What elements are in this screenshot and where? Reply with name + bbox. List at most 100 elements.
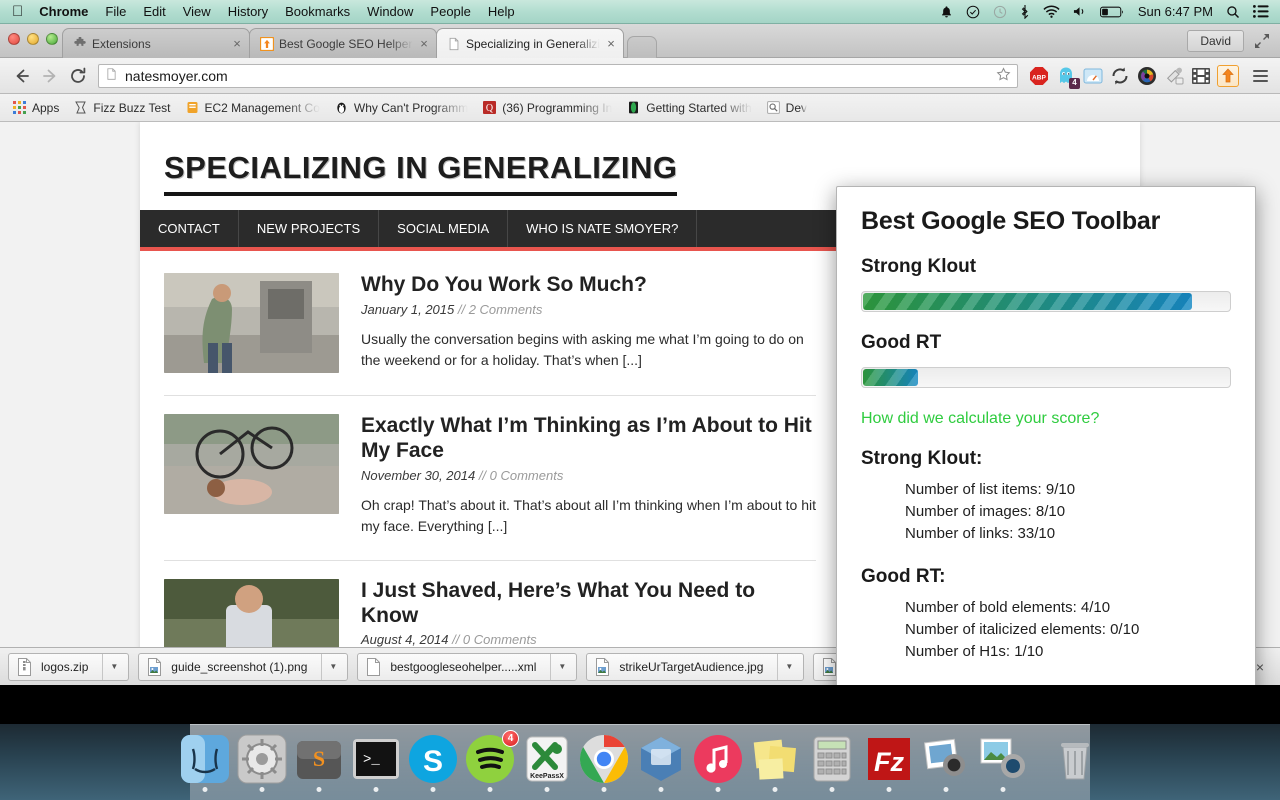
download-item[interactable]: guide_screenshot (1).png ▼: [138, 652, 349, 681]
address-bar[interactable]: natesmoyer.com: [98, 63, 1018, 88]
filmstrip-icon[interactable]: [1190, 65, 1212, 87]
profile-button[interactable]: David: [1187, 30, 1244, 52]
tab-specializing-in-generalizing[interactable]: Specializing in Generalizing ×: [436, 28, 624, 58]
image-capture-icon[interactable]: [977, 733, 1029, 792]
ghostery-icon[interactable]: 4: [1055, 65, 1080, 89]
metric-detail: Number of bold elements: 4/10: [905, 598, 1111, 616]
chevron-down-icon[interactable]: ▼: [321, 653, 344, 680]
bookmark-label: Fizz Buzz Test: [93, 100, 171, 115]
bookmark-programming-in[interactable]: Q (36) Programming In: [476, 98, 619, 118]
battery-icon[interactable]: [1099, 6, 1125, 18]
eyedropper-icon[interactable]: [1163, 65, 1185, 87]
bookmark-ec2-management-console[interactable]: EC2 Management Co: [179, 98, 327, 118]
volume-icon[interactable]: [1073, 5, 1087, 18]
nav-item-social-media[interactable]: SOCIAL MEDIA: [379, 210, 509, 247]
bookmarks-bar: Apps Fizz Buzz Test EC2 Management Co Wh…: [0, 94, 1280, 122]
post-title[interactable]: Exactly What I’m Thinking as I’m About t…: [361, 414, 816, 464]
bookmark-getting-started-with[interactable]: Getting Started with: [620, 98, 758, 118]
tab-best-google-seo-helper[interactable]: Best Google SEO Helper | S ×: [249, 28, 437, 58]
extension-badge-count: 4: [1069, 77, 1080, 89]
page-viewport: SPECIALIZING IN GENERALIZING CONTACT NEW…: [0, 122, 1280, 685]
tab-extensions[interactable]: Extensions ×: [62, 28, 250, 58]
apple-icon[interactable]: : [12, 4, 23, 19]
chevron-down-icon[interactable]: ▼: [777, 653, 800, 680]
menu-item-window[interactable]: Window: [367, 4, 413, 19]
nav-item-contact[interactable]: CONTACT: [140, 210, 239, 247]
svg-text:Q: Q: [486, 103, 494, 114]
sublime-text-icon[interactable]: S: [293, 733, 345, 792]
post-comments[interactable]: // 0 Comments: [479, 468, 564, 483]
trash-icon[interactable]: [1049, 733, 1101, 785]
stickies-icon[interactable]: [749, 733, 801, 792]
zoom-window-button[interactable]: [46, 33, 58, 45]
checkmark-circle-icon[interactable]: [966, 5, 980, 19]
bell-icon[interactable]: [940, 5, 953, 19]
menu-item-file[interactable]: File: [105, 4, 126, 19]
star-icon[interactable]: [996, 66, 1011, 85]
skype-icon[interactable]: S: [407, 733, 459, 792]
adblock-plus-icon[interactable]: ABP: [1028, 65, 1050, 87]
post-title[interactable]: I Just Shaved, Here’s What You Need to K…: [361, 579, 816, 629]
man-at-electrical-box-photo[interactable]: [164, 273, 339, 373]
itunes-icon[interactable]: [692, 733, 744, 792]
menu-item-view[interactable]: View: [183, 4, 211, 19]
menu-bar-clock[interactable]: Sun 6:47 PM: [1138, 4, 1213, 19]
forward-icon[interactable]: [36, 62, 64, 90]
menu-item-people[interactable]: People: [430, 4, 470, 19]
best-google-seo-toolbar-icon[interactable]: [1217, 64, 1239, 87]
close-window-button[interactable]: [8, 33, 20, 45]
iphoto-icon[interactable]: [920, 733, 972, 792]
camera-lens-icon[interactable]: [1136, 65, 1158, 87]
sync-icon[interactable]: [1109, 65, 1131, 87]
list-icon[interactable]: [1253, 5, 1269, 18]
filezilla-icon[interactable]: Fz: [863, 733, 915, 792]
virtualbox-icon[interactable]: [635, 733, 687, 792]
close-icon[interactable]: ×: [231, 37, 243, 50]
site-title[interactable]: SPECIALIZING IN GENERALIZING: [164, 150, 678, 196]
google-chrome-icon[interactable]: [578, 733, 630, 792]
menu-item-history[interactable]: History: [228, 4, 268, 19]
running-indicator: [373, 787, 379, 792]
bookmark-apps[interactable]: Apps: [6, 98, 66, 118]
reload-icon[interactable]: [64, 62, 92, 90]
system-preferences-icon[interactable]: [236, 733, 288, 792]
nav-item-new-projects[interactable]: NEW PROJECTS: [239, 210, 380, 247]
post-comments[interactable]: // 0 Comments: [452, 632, 537, 647]
score-explanation-link[interactable]: How did we calculate your score?: [861, 410, 1231, 428]
bookmark-dev[interactable]: Dev: [760, 98, 814, 118]
finder-icon[interactable]: [179, 733, 231, 792]
menu-item-bookmarks[interactable]: Bookmarks: [285, 4, 350, 19]
bookmark-fizz-buzz-test[interactable]: Fizz Buzz Test: [67, 98, 177, 118]
address-bar-value[interactable]: natesmoyer.com: [125, 68, 228, 84]
new-tab-button[interactable]: [627, 36, 657, 58]
hamburger-menu-icon[interactable]: [1248, 69, 1272, 82]
wifi-icon[interactable]: [1043, 5, 1060, 18]
speed-dial-icon[interactable]: [1082, 65, 1104, 87]
close-icon[interactable]: ×: [418, 37, 430, 50]
minimize-window-button[interactable]: [27, 33, 39, 45]
running-indicator: [772, 787, 778, 792]
time-machine-icon[interactable]: [993, 5, 1007, 19]
search-icon[interactable]: [1226, 5, 1240, 19]
download-item[interactable]: logos.zip ▼: [8, 652, 130, 681]
bluetooth-icon[interactable]: [1020, 4, 1030, 19]
menu-item-chrome[interactable]: Chrome: [39, 4, 88, 19]
calculator-icon[interactable]: [806, 733, 858, 792]
chevron-down-icon[interactable]: ▼: [550, 653, 573, 680]
menu-item-help[interactable]: Help: [488, 4, 515, 19]
download-item[interactable]: strikeUrTargetAudience.jpg ▼: [586, 652, 805, 681]
maximize-icon[interactable]: [1254, 33, 1270, 49]
post-title[interactable]: Why Do You Work So Much?: [361, 273, 816, 298]
download-item[interactable]: bestgoogleseohelper.....xml ▼: [357, 652, 578, 681]
back-icon[interactable]: [8, 62, 36, 90]
nav-item-who-is-nate-smoyer[interactable]: WHO IS NATE SMOYER?: [508, 210, 698, 247]
menu-item-edit[interactable]: Edit: [143, 4, 165, 19]
bicycle-crash-photo[interactable]: [164, 414, 339, 514]
spotify-icon[interactable]: 4: [464, 730, 519, 792]
chevron-down-icon[interactable]: ▼: [102, 653, 125, 680]
close-icon[interactable]: ×: [605, 37, 617, 50]
terminal-icon[interactable]: >_: [350, 733, 402, 792]
bookmark-why-cant-programmers[interactable]: Why Can't Programm: [328, 98, 475, 118]
keepassx-icon[interactable]: KeePassX: [521, 733, 573, 792]
post-comments[interactable]: // 2 Comments: [458, 302, 543, 317]
